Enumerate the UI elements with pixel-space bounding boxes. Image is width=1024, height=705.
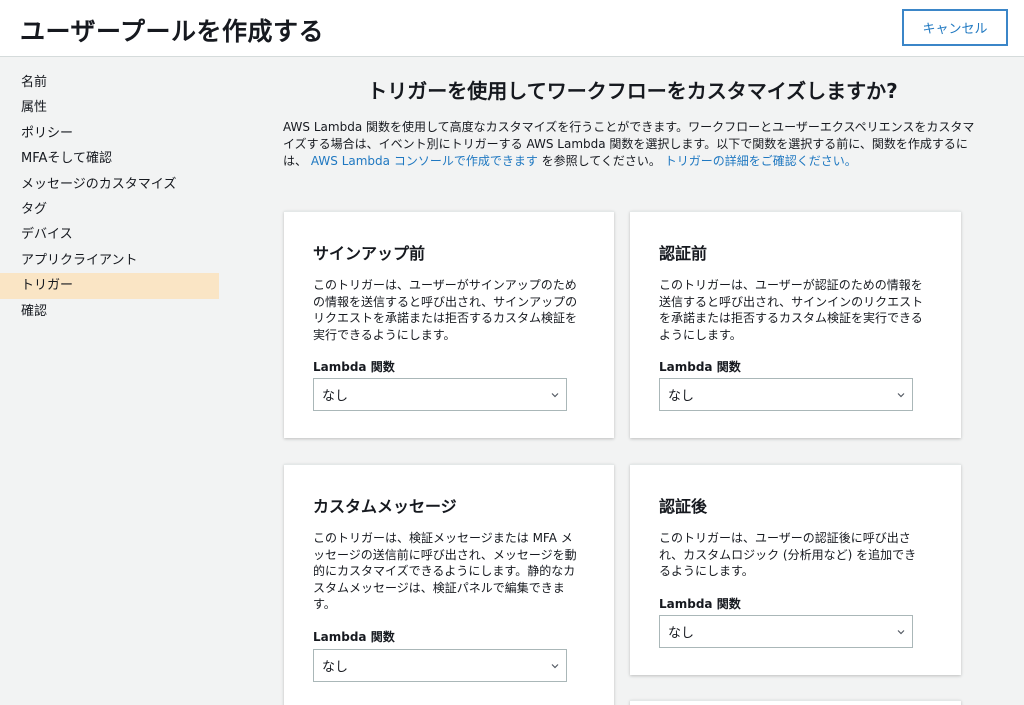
select-value: なし: [322, 385, 348, 404]
lambda-function-select[interactable]: なし: [313, 378, 567, 411]
sidebar-item-devices[interactable]: デバイス: [0, 222, 219, 247]
sidebar-item-attributes[interactable]: 属性: [0, 95, 219, 120]
chevron-down-icon: [896, 390, 906, 400]
lambda-console-link[interactable]: AWS Lambda コンソールで作成できます: [311, 154, 538, 168]
trigger-card-pre-signup: サインアップ前 このトリガーは、ユーザーがサインアップのための情報を送信すると呼…: [284, 211, 614, 438]
trigger-details-link[interactable]: トリガーの詳細をご確認ください。: [665, 154, 857, 168]
trigger-card-next: [630, 700, 961, 705]
select-value: なし: [668, 385, 694, 404]
card-title: 認証後: [659, 493, 707, 517]
select-value: なし: [668, 622, 694, 641]
lambda-function-select[interactable]: なし: [313, 649, 567, 682]
lambda-function-label: Lambda 関数: [313, 358, 395, 375]
sidebar-item-policies[interactable]: ポリシー: [0, 121, 219, 146]
header-bar: ユーザープールを作成する キャンセル: [0, 0, 1024, 57]
select-value: なし: [322, 656, 348, 675]
sidebar-item-app-clients[interactable]: アプリクライアント: [0, 248, 219, 273]
sidebar-nav: 名前 属性 ポリシー MFAそして確認 メッセージのカスタマイズ タグ デバイス…: [0, 70, 219, 324]
card-title: 認証前: [659, 240, 707, 264]
trigger-card-pre-authentication: 認証前 このトリガーは、ユーザーが認証のための情報を送信すると呼び出され、サイン…: [630, 211, 961, 438]
chevron-down-icon: [896, 627, 906, 637]
card-description: このトリガーは、ユーザーがサインアップのための情報を送信すると呼び出され、サイン…: [313, 277, 581, 343]
card-description: このトリガーは、ユーザーが認証のための情報を送信すると呼び出され、サインインのリ…: [659, 277, 927, 343]
lambda-function-label: Lambda 関数: [313, 628, 395, 645]
chevron-down-icon: [550, 661, 560, 671]
sidebar-item-tags[interactable]: タグ: [0, 197, 219, 222]
lambda-function-label: Lambda 関数: [659, 358, 741, 375]
lambda-function-select[interactable]: なし: [659, 615, 913, 648]
trigger-card-custom-message: カスタムメッセージ このトリガーは、検証メッセージまたは MFA メッセージの送…: [284, 464, 614, 705]
section-heading: トリガーを使用してワークフローをカスタマイズしますか?: [284, 75, 981, 104]
chevron-down-icon: [550, 390, 560, 400]
intro-text: AWS Lambda 関数を使用して高度なカスタマイズを行うことができます。ワー…: [283, 119, 985, 170]
sidebar-item-message-customization[interactable]: メッセージのカスタマイズ: [0, 172, 219, 197]
sidebar-item-mfa[interactable]: MFAそして確認: [0, 146, 219, 171]
sidebar-item-name[interactable]: 名前: [0, 70, 219, 95]
sidebar-item-triggers[interactable]: トリガー: [0, 273, 219, 298]
card-title: カスタムメッセージ: [313, 493, 457, 517]
card-title: サインアップ前: [313, 240, 425, 264]
card-description: このトリガーは、検証メッセージまたは MFA メッセージの送信前に呼び出され、メ…: [313, 530, 583, 613]
lambda-function-label: Lambda 関数: [659, 595, 741, 612]
trigger-card-post-authentication: 認証後 このトリガーは、ユーザーの認証後に呼び出され、カスタムロジック (分析用…: [630, 464, 961, 675]
intro-text-part-2: を参照してください。: [542, 154, 661, 168]
card-description: このトリガーは、ユーザーの認証後に呼び出され、カスタムロジック (分析用など) …: [659, 530, 927, 580]
lambda-function-select[interactable]: なし: [659, 378, 913, 411]
sidebar-item-review[interactable]: 確認: [0, 299, 219, 324]
cancel-button[interactable]: キャンセル: [902, 9, 1008, 46]
page-title: ユーザープールを作成する: [20, 12, 324, 48]
